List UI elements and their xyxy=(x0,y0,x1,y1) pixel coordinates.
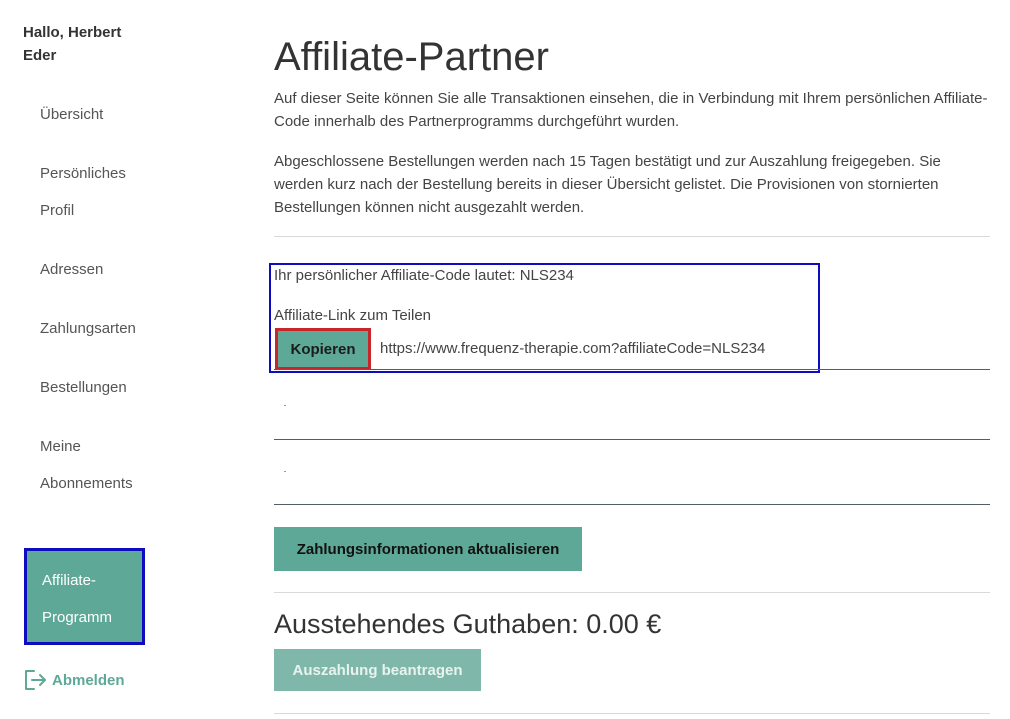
sidebar-item-overview[interactable]: Übersicht xyxy=(40,96,160,133)
page-title: Affiliate-Partner xyxy=(274,35,549,79)
field-marker xyxy=(284,471,286,472)
sidebar-item-subscriptions[interactable]: Meine Abonnements xyxy=(40,428,160,502)
section-divider xyxy=(274,236,990,237)
logout-label: Abmelden xyxy=(52,671,125,689)
update-payment-info-button[interactable]: Zahlungsinformationen aktualisieren xyxy=(274,527,582,571)
sidebar: Hallo, Herbert Eder Übersicht Persönlich… xyxy=(0,0,240,719)
logout-link[interactable]: Abmelden xyxy=(22,667,125,693)
sidebar-item-addresses[interactable]: Adressen xyxy=(40,251,160,288)
request-payout-button[interactable]: Auszahlung beantragen xyxy=(274,649,481,691)
field-divider xyxy=(274,504,990,505)
field-divider xyxy=(274,439,990,440)
section-divider xyxy=(274,592,990,593)
copy-button[interactable]: Kopieren xyxy=(275,328,371,370)
pending-balance: Ausstehendes Guthaben: 0.00 € xyxy=(274,609,662,639)
logout-icon xyxy=(22,667,48,693)
sidebar-item-payment-methods[interactable]: Zahlungsarten xyxy=(40,310,160,347)
section-divider xyxy=(274,713,990,714)
sidebar-item-orders[interactable]: Bestellungen xyxy=(40,369,160,406)
intro-text: Auf dieser Seite können Sie alle Transak… xyxy=(274,90,988,130)
info-text: Abgeschlossene Bestellungen werden nach … xyxy=(274,153,941,216)
field-divider xyxy=(274,369,990,370)
affiliate-link-label: Affiliate-Link zum Teilen xyxy=(274,307,432,324)
account-page: Hallo, Herbert Eder Übersicht Persönlich… xyxy=(0,0,1010,719)
sidebar-item-affiliate-program[interactable]: Affiliate-Programm xyxy=(24,548,145,645)
affiliate-link-url[interactable]: https://www.frequenz-therapie.com?affili… xyxy=(380,338,765,359)
sidebar-item-profile[interactable]: Persönliches Profil xyxy=(40,155,160,229)
greeting: Hallo, Herbert Eder xyxy=(23,24,122,64)
affiliate-code-text: Ihr persönlicher Affiliate-Code lautet: … xyxy=(274,267,574,284)
field-marker xyxy=(284,405,286,406)
